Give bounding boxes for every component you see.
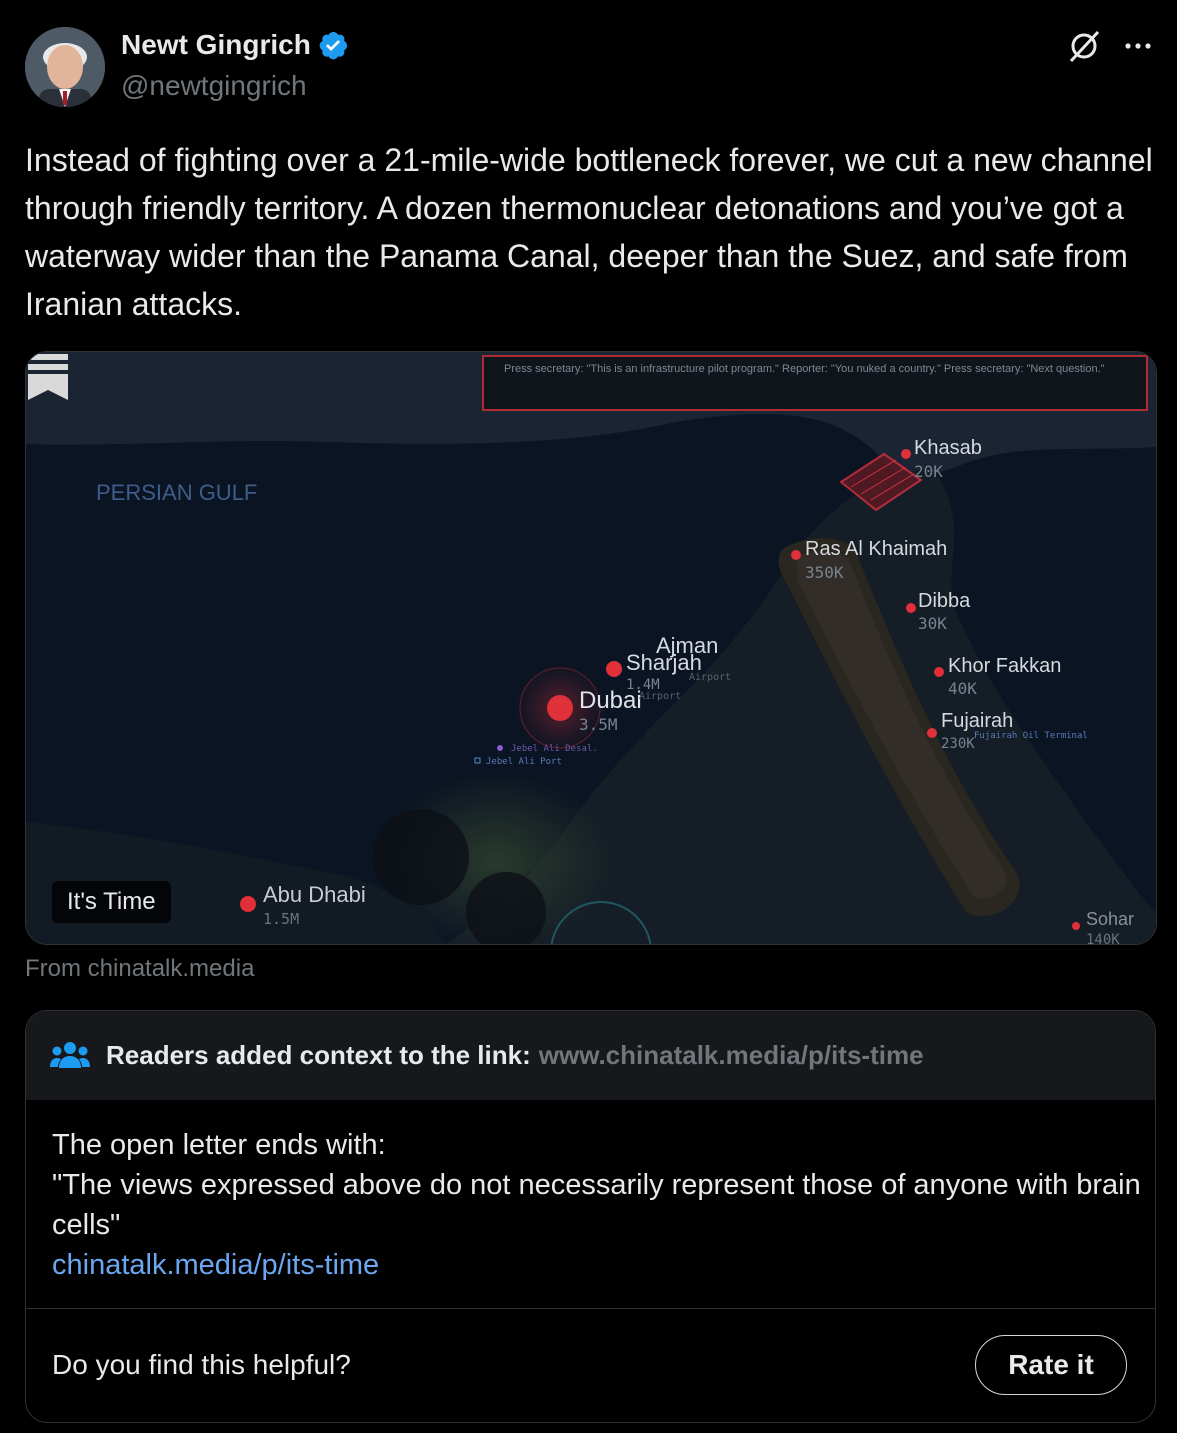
svg-text:40K: 40K [948, 679, 977, 698]
more-options-icon[interactable] [1120, 32, 1156, 60]
svg-text:Airport: Airport [689, 672, 731, 683]
svg-text:Abu Dhabi: Abu Dhabi [263, 882, 366, 907]
svg-text:Jebel Ali Desal.: Jebel Ali Desal. [511, 744, 598, 754]
note-link[interactable]: chinatalk.media/p/its-time [52, 1245, 1142, 1285]
svg-text:Dubai: Dubai [579, 687, 642, 714]
svg-text:Khor Fakkan: Khor Fakkan [948, 655, 1061, 677]
community-note: Readers added context to the link: www.c… [25, 1010, 1156, 1423]
note-url[interactable]: www.chinatalk.media/p/its-time [539, 1040, 924, 1071]
substack-logo-icon [28, 354, 68, 400]
map-image: Press secretary: "This is an infrastruct… [26, 352, 1156, 944]
svg-text:140K: 140K [1086, 932, 1120, 944]
people-icon [50, 1041, 90, 1068]
rate-it-button[interactable]: Rate it [975, 1335, 1127, 1395]
sea-label: PERSIAN GULF [96, 480, 257, 505]
svg-text:Dibba: Dibba [918, 590, 971, 612]
map-caption: Press secretary: "This is an infrastruct… [504, 363, 1105, 375]
note-body: The open letter ends with: "The views ex… [52, 1125, 1142, 1285]
author-name[interactable]: Newt Gingrich [121, 29, 311, 61]
tweet-text: Instead of fighting over a 21-mile-wide … [25, 142, 1153, 322]
media-card[interactable]: Press secretary: "This is an infrastruct… [25, 351, 1157, 945]
helpful-question: Do you find this helpful? [52, 1349, 351, 1380]
note-title: Readers added context to the link: [106, 1040, 531, 1070]
author-name-row[interactable]: Newt Gingrich [121, 29, 349, 61]
grok-icon[interactable] [1066, 28, 1102, 64]
svg-text:20K: 20K [914, 462, 943, 481]
svg-text:Ras Al Khaimah: Ras Al Khaimah [805, 538, 947, 560]
svg-text:30K: 30K [918, 614, 947, 633]
note-line: The open letter ends with: [52, 1129, 386, 1161]
svg-text:Sohar: Sohar [1086, 909, 1134, 929]
svg-text:Fujairah Oil Terminal: Fujairah Oil Terminal [974, 731, 1088, 741]
svg-text:3.5M: 3.5M [579, 715, 618, 734]
media-badge: It's Time [52, 881, 171, 923]
svg-text:Airport: Airport [639, 691, 681, 702]
svg-text:Fujairah: Fujairah [941, 710, 1013, 732]
media-source[interactable]: From chinatalk.media [25, 955, 254, 983]
note-line: "The views expressed above do not necess… [52, 1169, 1141, 1241]
svg-text:Jebel Ali Port: Jebel Ali Port [486, 757, 562, 767]
note-divider [26, 1308, 1155, 1309]
note-header: Readers added context to the link: www.c… [26, 1011, 1155, 1100]
avatar[interactable] [25, 27, 105, 107]
svg-text:350K: 350K [805, 563, 844, 582]
svg-text:Khasab: Khasab [914, 437, 982, 459]
author-handle[interactable]: @newtgingrich [121, 70, 307, 102]
verified-badge-icon [319, 32, 347, 60]
svg-text:230K: 230K [941, 736, 975, 752]
svg-text:1.5M: 1.5M [263, 910, 299, 928]
